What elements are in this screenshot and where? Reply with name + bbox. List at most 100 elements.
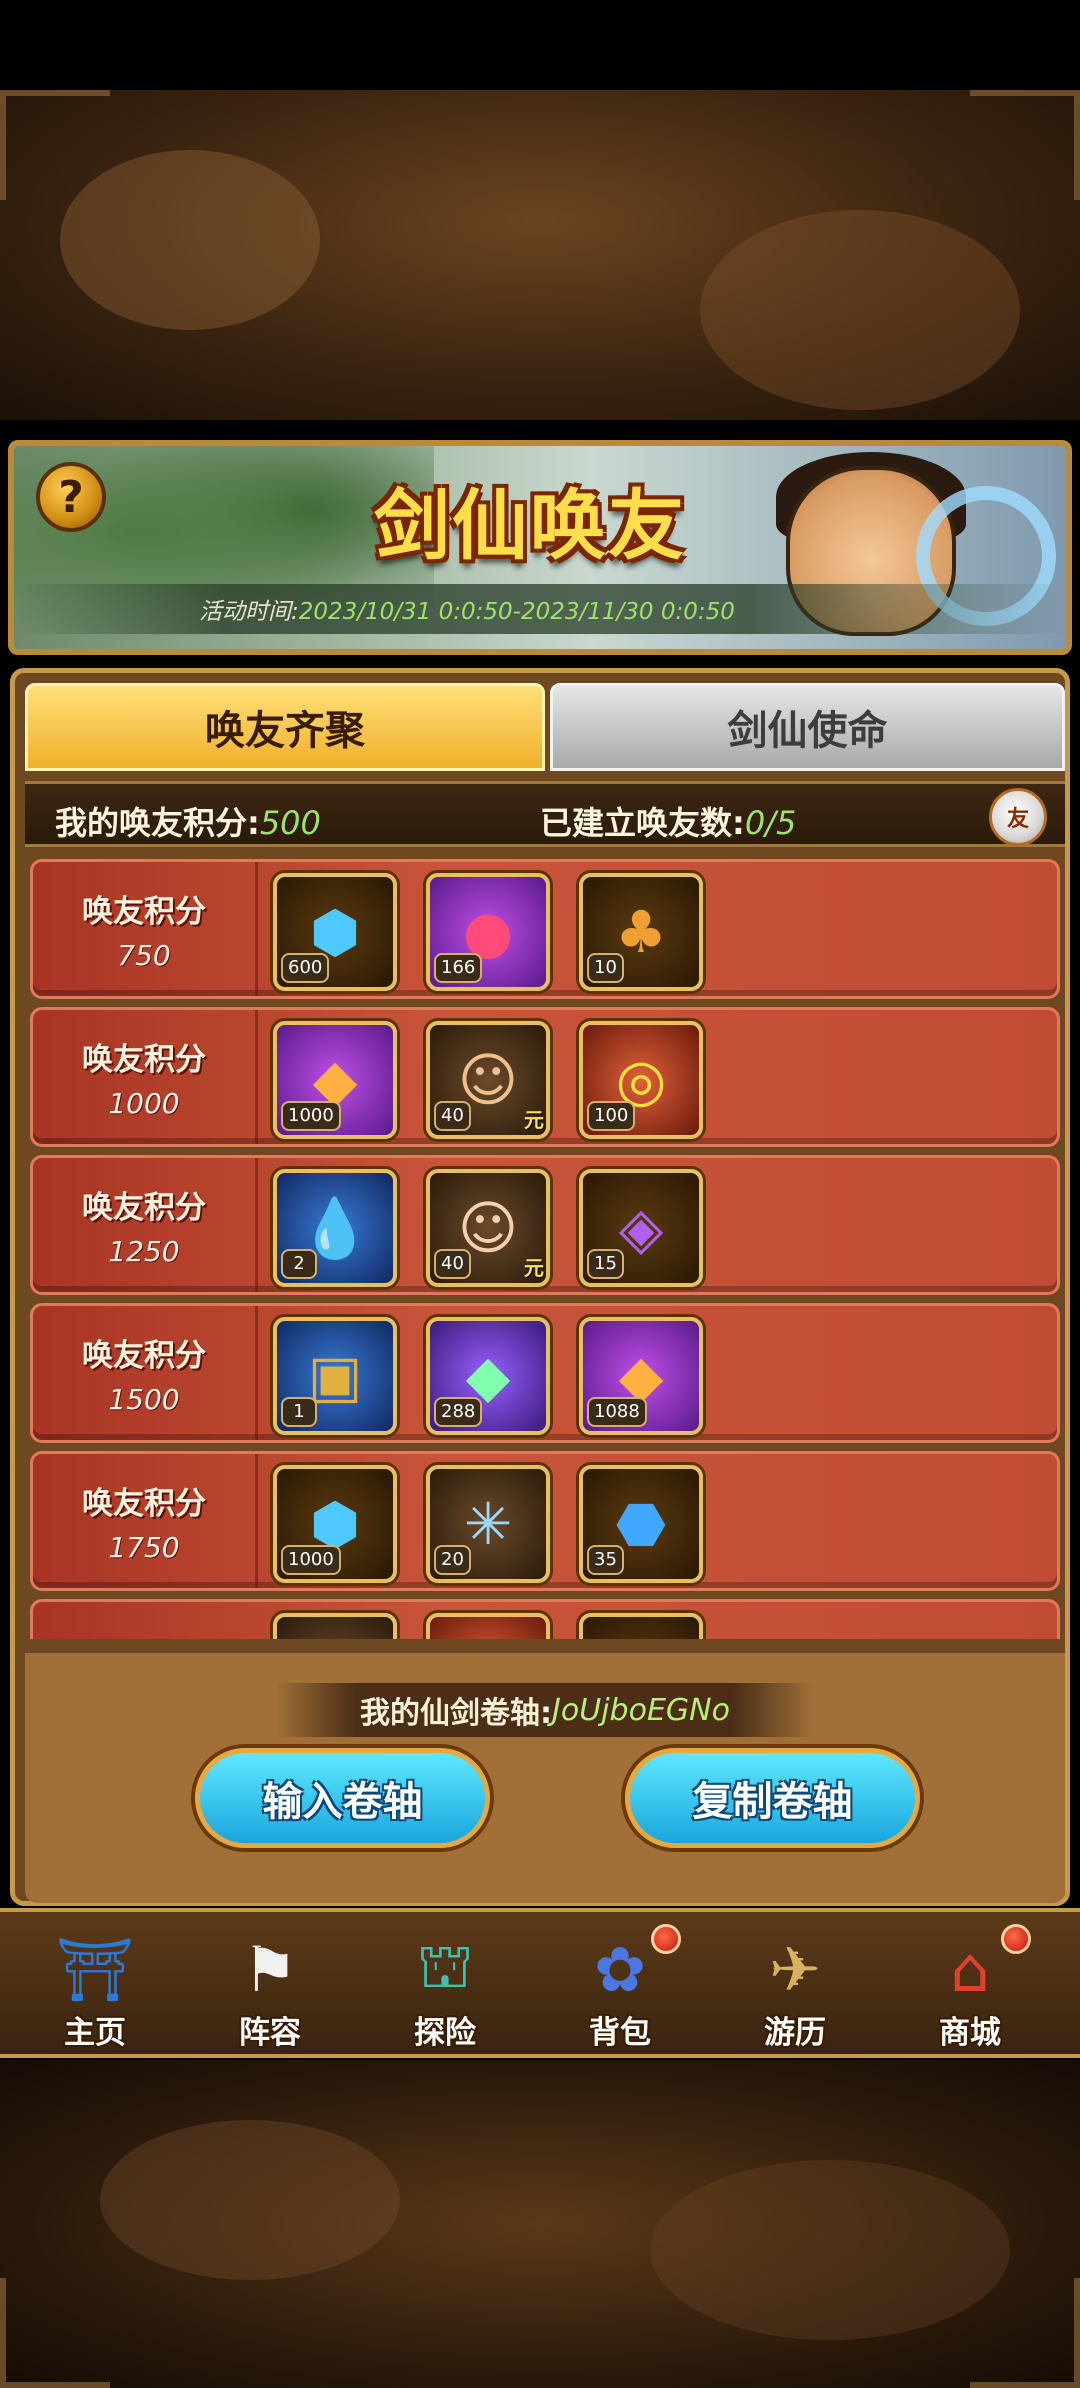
item-qty: 35 — [587, 1545, 624, 1575]
event-time-value: 2023/10/31 0:0:50-2023/11/30 0:0:50 — [298, 599, 735, 625]
row-points: 1250 — [108, 1235, 180, 1268]
reward-row-partial — [30, 1599, 1060, 1639]
friend-count-label: 已建立唤友数: — [540, 804, 745, 842]
scroll-code-area: 我的仙剑卷轴: JoUjboEGNo 输入卷轴 复制卷轴 — [25, 1653, 1065, 1903]
reward-item[interactable] — [273, 1613, 397, 1639]
copy-scroll-button[interactable]: 复制卷轴 — [625, 1748, 920, 1848]
nav-item-adventure[interactable]: ⛫ 探险 — [370, 1912, 520, 2062]
nav-item-lineup[interactable]: ⚑ 阵容 — [195, 1912, 345, 2062]
reward-item[interactable]: 💧 2 — [273, 1169, 397, 1287]
reward-item[interactable]: ☺ 40 元 — [426, 1169, 550, 1287]
yuan-tag: 元 — [524, 1256, 544, 1280]
item-qty: 40 — [434, 1101, 471, 1131]
nav-item-travel[interactable]: ✈ 游历 — [720, 1912, 870, 2062]
row-points: 1750 — [108, 1531, 180, 1564]
scroll-code-label: 我的仙剑卷轴: — [360, 1696, 553, 1731]
scroll-code-line: 我的仙剑卷轴: JoUjboEGNo — [275, 1683, 815, 1737]
nav-item-backpack[interactable]: ✿ 背包 — [545, 1912, 695, 2062]
reward-row: 唤友积分 750 ⬢ 600 ● 166 ♣ 10 — [30, 859, 1060, 999]
input-scroll-button[interactable]: 输入卷轴 — [195, 1748, 490, 1848]
reward-item[interactable]: ◎ 100 — [579, 1021, 703, 1139]
reward-item[interactable]: ⬣ 35 — [579, 1465, 703, 1583]
reward-row: 唤友积分 1750 ⬢ 1000 ✳ 20 ⬣ 35 — [30, 1451, 1060, 1591]
notification-badge — [651, 1924, 681, 1954]
reward-panel: 唤友齐聚 剑仙使命 我的唤友积分:500 已建立唤友数:0/5 友 唤友积分 7… — [10, 668, 1070, 1906]
reward-item[interactable] — [579, 1613, 703, 1639]
friend-icon-text: 友 — [1006, 807, 1029, 832]
reward-item[interactable]: ◆ 1000 — [273, 1021, 397, 1139]
home-icon: ⛩ — [55, 1932, 135, 2006]
scroll-code-value: JoUjboEGNo — [552, 1692, 730, 1728]
status-bar — [0, 0, 1080, 90]
row-label: 唤友积分 750 — [33, 862, 258, 996]
nav-label: 探险 — [414, 2015, 476, 2051]
item-qty: 100 — [587, 1101, 636, 1131]
item-qty: 1 — [281, 1397, 317, 1427]
reward-item[interactable]: ✳ 20 — [426, 1465, 550, 1583]
row-points: 1000 — [108, 1087, 180, 1120]
reward-item[interactable]: ⬢ 600 — [273, 873, 397, 991]
reward-item[interactable]: ◈ 15 — [579, 1169, 703, 1287]
item-qty: 166 — [434, 953, 483, 983]
reward-item[interactable]: ◆ 288 — [426, 1317, 550, 1435]
reward-item[interactable]: ☺ 40 元 — [426, 1021, 550, 1139]
reward-row: 唤友积分 1000 ◆ 1000 ☺ 40 元 ◎ 100 — [30, 1007, 1060, 1147]
item-qty: 40 — [434, 1249, 471, 1279]
reward-item[interactable]: ● 166 — [426, 873, 550, 991]
travel-icon: ✈ — [769, 1933, 821, 2006]
nav-item-home[interactable]: ⛩ 主页 — [20, 1912, 170, 2062]
yuan-tag: 元 — [524, 1108, 544, 1132]
item-qty: 10 — [587, 953, 624, 983]
reward-row: 唤友积分 1500 ▣ 1 ◆ 288 ◆ 1088 — [30, 1303, 1060, 1443]
row-title: 唤友积分 — [82, 1042, 206, 1078]
question-icon: ? — [58, 471, 84, 523]
row-label: 唤友积分 1500 — [33, 1306, 258, 1440]
event-time: 活动时间:2023/10/31 0:0:50-2023/11/30 0:0:50 — [199, 592, 735, 626]
adventure-icon: ⛫ — [416, 1929, 474, 2002]
row-points: 1500 — [108, 1383, 180, 1416]
nav-label: 背包 — [589, 2015, 651, 2051]
row-title: 唤友积分 — [82, 1338, 206, 1374]
row-title: 唤友积分 — [82, 894, 206, 930]
event-title: 剑仙唤友 — [374, 481, 686, 570]
reward-item[interactable]: ▣ 1 — [273, 1317, 397, 1435]
friend-count: 已建立唤友数:0/5 — [540, 798, 796, 844]
reward-list[interactable]: 唤友积分 750 ⬢ 600 ● 166 ♣ 10 唤友积分 1000 ◆ 10… — [30, 859, 1065, 1639]
item-qty: 1000 — [281, 1101, 341, 1131]
reward-item[interactable]: ♣ 10 — [579, 873, 703, 991]
nav-item-shop[interactable]: ⌂ 商城 — [895, 1912, 1045, 2062]
reward-row: 唤友积分 1250 💧 2 ☺ 40 元 ◈ 15 — [30, 1155, 1060, 1295]
row-label: 唤友积分 1000 — [33, 1010, 258, 1144]
reward-item[interactable]: ⬢ 1000 — [273, 1465, 397, 1583]
item-qty: 2 — [281, 1249, 317, 1279]
friend-list-icon[interactable]: 友 — [989, 788, 1047, 846]
item-qty: 20 — [434, 1545, 471, 1575]
nav-label: 游历 — [764, 2015, 826, 2051]
help-button[interactable]: ? — [36, 462, 106, 532]
stats-bar: 我的唤友积分:500 已建立唤友数:0/5 友 — [25, 781, 1065, 847]
row-label: 唤友积分 1250 — [33, 1158, 258, 1292]
my-points-label: 我的唤友积分: — [55, 804, 260, 842]
item-qty: 288 — [434, 1397, 483, 1427]
notification-badge — [1001, 1924, 1031, 1954]
tab-summon-friends[interactable]: 唤友齐聚 — [25, 683, 545, 771]
row-points: 750 — [117, 939, 171, 972]
row-label: 唤友积分 1750 — [33, 1454, 258, 1588]
friend-count-value: 0/5 — [744, 804, 797, 842]
nav-label: 商城 — [939, 2015, 1001, 2051]
lineup-icon: ⚑ — [242, 1933, 298, 2006]
row-title: 唤友积分 — [82, 1190, 206, 1226]
bottom-nav: ⛩ 主页 ⚑ 阵容 ⛫ 探险 ✿ 背包 ✈ 游历 ⌂ 商城 — [0, 1908, 1080, 2058]
reward-item[interactable]: ◆ 1088 — [579, 1317, 703, 1435]
event-time-label: 活动时间: — [199, 599, 299, 625]
reward-item[interactable] — [426, 1613, 550, 1639]
background-scene-top — [0, 90, 1080, 420]
item-qty: 15 — [587, 1249, 624, 1279]
event-banner: ? 剑仙唤友 活动时间:2023/10/31 0:0:50-2023/11/30… — [8, 440, 1072, 655]
item-qty: 1088 — [587, 1397, 647, 1427]
item-qty: 1000 — [281, 1545, 341, 1575]
nav-label: 主页 — [64, 2015, 126, 2051]
tab-sword-mission[interactable]: 剑仙使命 — [550, 683, 1065, 771]
item-qty: 600 — [281, 953, 330, 983]
nav-label: 阵容 — [239, 2015, 301, 2051]
